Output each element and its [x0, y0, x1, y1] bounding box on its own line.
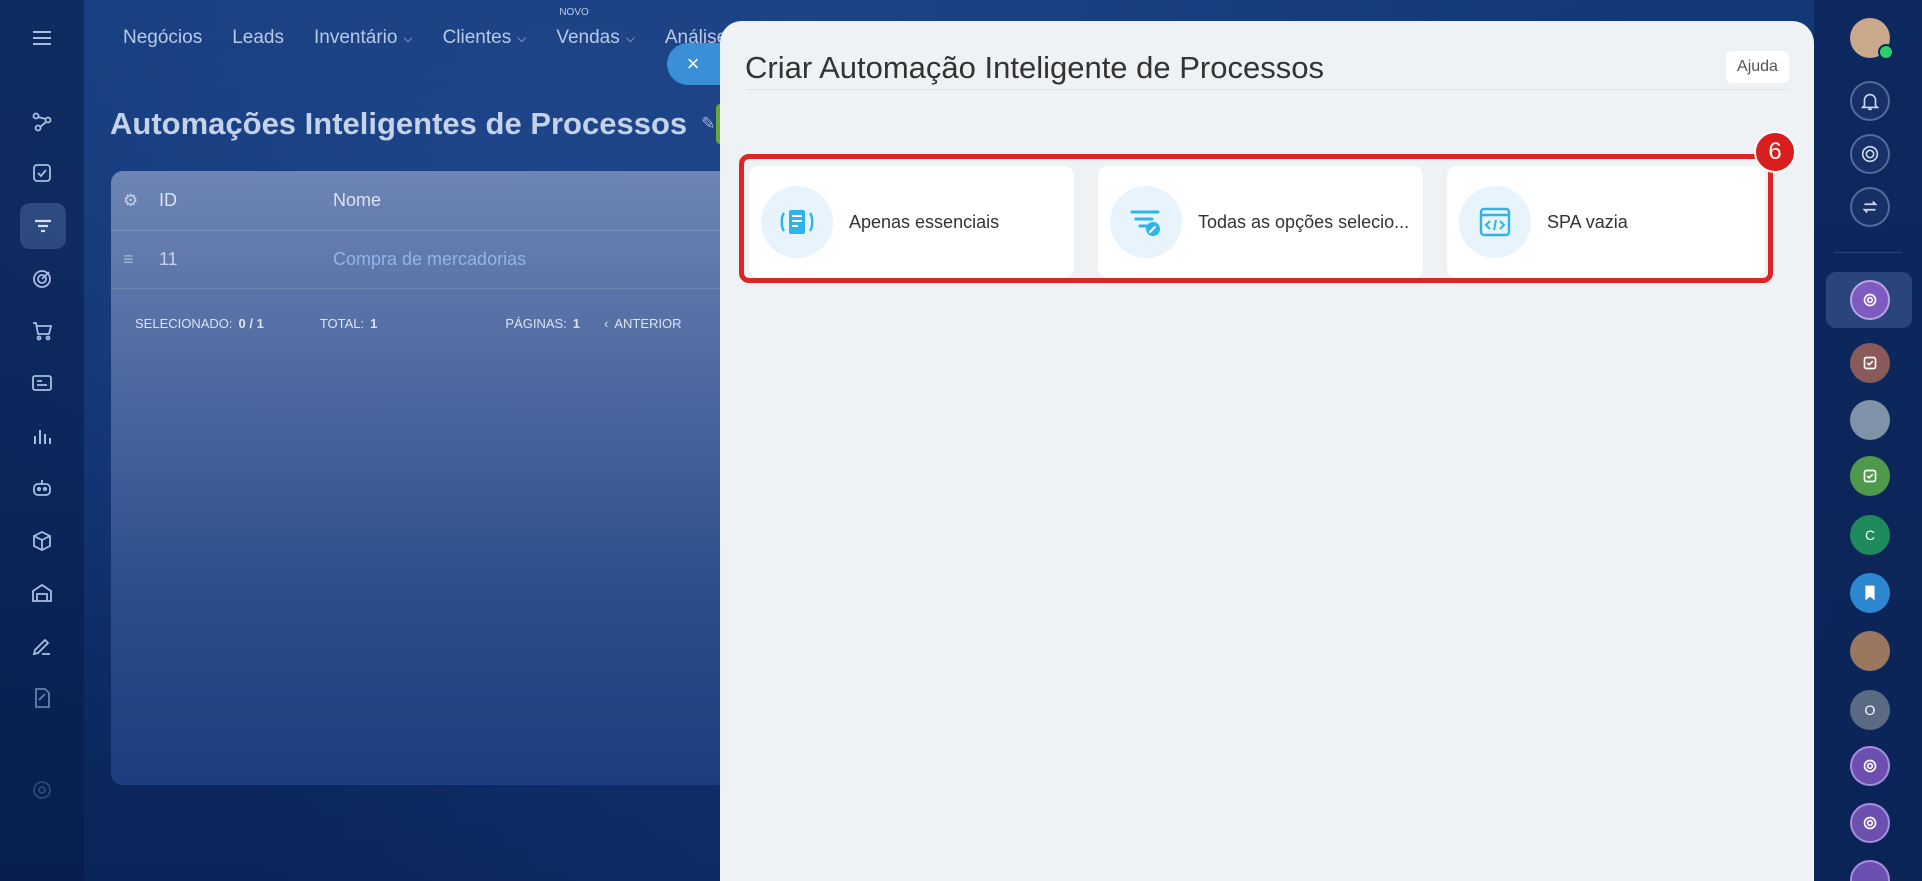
menu-item-label: Negócios: [123, 27, 203, 48]
chevron-down-icon: ⌵: [403, 30, 413, 45]
group-avatar-o[interactable]: O: [1850, 690, 1890, 730]
help-button[interactable]: Ajuda: [1726, 51, 1789, 83]
chevron-down-icon: ⌵: [625, 30, 635, 45]
option-label: Apenas essenciais: [849, 212, 1000, 232]
task-chat-green-icon[interactable]: [1850, 456, 1890, 496]
grid-header: ⚙ ID Nome: [111, 171, 731, 231]
code-window-icon: [1459, 186, 1531, 258]
menu-item-label: Leads: [232, 27, 284, 48]
bell-icon[interactable]: [1850, 81, 1890, 121]
options-highlight: Apenas essenciais Todas as opções seleci…: [739, 154, 1773, 283]
option-card-empty-spa[interactable]: SPA vazia: [1447, 166, 1765, 278]
menu-item-label: Vendas: [556, 27, 620, 48]
analytics-icon[interactable]: [26, 420, 58, 452]
contact-card-icon[interactable]: [26, 367, 58, 399]
row-name-link[interactable]: Compra de mercadorias: [333, 249, 526, 270]
previous-page-link[interactable]: ANTERIOR: [614, 316, 681, 331]
menu-item-inventario[interactable]: Inventário ⌵: [299, 27, 428, 49]
contact-avatar[interactable]: [1850, 631, 1890, 671]
option-card-essentials[interactable]: Apenas essenciais: [749, 166, 1074, 278]
avatar-letter: O: [1864, 702, 1876, 718]
menu-icon[interactable]: [26, 22, 58, 54]
menu-item-vendas[interactable]: NOVO Vendas ⌵: [541, 7, 650, 49]
contact-avatar[interactable]: [1850, 400, 1890, 440]
settings-icon[interactable]: [26, 774, 58, 806]
menu-item-leads[interactable]: Leads: [217, 27, 299, 49]
automation-icon[interactable]: [20, 203, 66, 249]
cart-icon[interactable]: [26, 315, 58, 347]
pipeline-icon[interactable]: [26, 106, 58, 138]
document-edit-icon[interactable]: [26, 682, 58, 714]
pages-label: PÁGINAS:: [505, 315, 567, 331]
grid-footer: SELECIONADO: 0 / 1 TOTAL: 1 PÁGINAS: 1 ‹…: [135, 311, 731, 335]
group-avatar-c[interactable]: C: [1850, 515, 1890, 555]
option-label: SPA vazia: [1547, 212, 1628, 232]
chevron-down-icon: ⌵: [517, 30, 527, 45]
gear-icon[interactable]: ⚙: [123, 191, 138, 211]
bookmark-icon[interactable]: [1850, 573, 1890, 613]
option-label: Todas as opções selecio...: [1198, 212, 1410, 232]
avatar-letter: C: [1864, 527, 1876, 543]
new-badge: NOVO: [559, 7, 589, 18]
left-navigation: [0, 0, 84, 881]
copilot-chat-icon[interactable]: [1850, 860, 1890, 881]
row-id: 11: [159, 249, 178, 269]
tasks-icon[interactable]: [26, 157, 58, 189]
pages-value: 1: [572, 315, 581, 331]
title-divider: [745, 89, 1789, 90]
selected-label: SELECIONADO:: [135, 315, 233, 331]
create-automation-panel: Criar Automação Inteligente de Processos…: [720, 21, 1814, 881]
user-avatar[interactable]: [1850, 18, 1894, 60]
rail-divider: [1834, 252, 1902, 253]
close-slider-button[interactable]: ×: [667, 43, 727, 85]
status-online-icon: [1878, 44, 1894, 60]
sync-icon[interactable]: [1850, 187, 1890, 227]
copilot-chat-icon[interactable]: [1850, 803, 1890, 843]
column-header-name[interactable]: Nome: [333, 190, 381, 211]
column-header-id[interactable]: ID: [159, 190, 177, 211]
menu-item-negocios[interactable]: Negócios: [84, 27, 217, 49]
total-label: TOTAL:: [319, 315, 365, 331]
page-title: Automações Inteligentes de Processos ✎: [110, 106, 715, 142]
menu-item-label: Inventário: [314, 27, 398, 48]
right-rail: C O: [1814, 0, 1922, 881]
selected-value: 0 / 1: [238, 315, 264, 331]
copilot-chat-icon[interactable]: [1850, 280, 1890, 320]
pin-icon[interactable]: ✎: [701, 114, 715, 134]
robot-icon[interactable]: [26, 472, 58, 504]
automation-grid: ⚙ ID Nome ≡ 11 Compra de mercadorias SEL…: [111, 171, 731, 785]
close-icon: ×: [686, 51, 700, 76]
top-menu: Negócios Leads Inventário ⌵ Clientes ⌵ NOV…: [84, 0, 742, 76]
target-icon[interactable]: [26, 263, 58, 295]
menu-item-clientes[interactable]: Clientes ⌵: [428, 27, 542, 49]
copilot-chat-icon[interactable]: [1850, 746, 1890, 786]
panel-title: Criar Automação Inteligente de Processos: [745, 50, 1324, 85]
chevron-left-icon: ‹: [604, 315, 609, 331]
menu-item-label: Clientes: [442, 27, 512, 48]
sign-icon[interactable]: [26, 630, 58, 662]
copilot-icon[interactable]: [1850, 134, 1890, 174]
box-icon[interactable]: [26, 525, 58, 557]
page-title-text: Automações Inteligentes de Processos: [110, 106, 688, 141]
document-list-icon: [761, 186, 833, 258]
annotation-number-badge: 6: [1754, 131, 1796, 173]
drag-handle-icon[interactable]: ≡: [123, 249, 134, 270]
filter-edit-icon: [1110, 186, 1182, 258]
warehouse-icon[interactable]: [26, 577, 58, 609]
table-row[interactable]: ≡ 11 Compra de mercadorias: [111, 231, 731, 289]
total-value: 1: [370, 315, 378, 331]
option-card-all-options[interactable]: Todas as opções selecio...: [1098, 166, 1423, 278]
task-chat-icon[interactable]: [1850, 343, 1890, 383]
